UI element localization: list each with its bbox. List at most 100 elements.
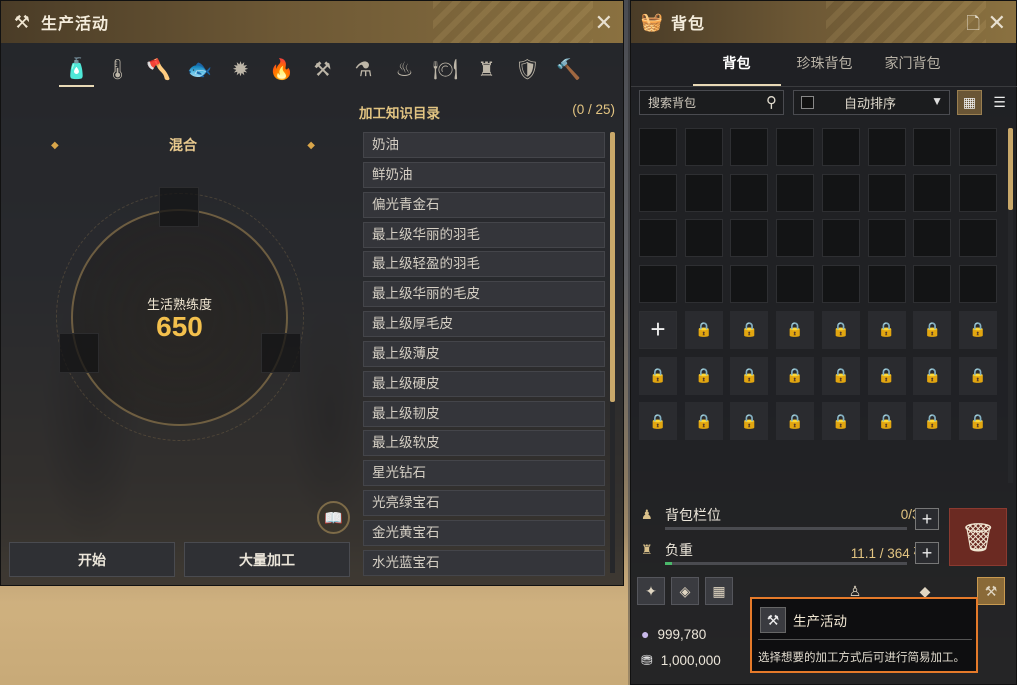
- list-view-icon[interactable]: ☰: [987, 90, 1012, 115]
- tower-icon[interactable]: ♜: [469, 51, 504, 87]
- inventory-slot[interactable]: [958, 265, 997, 304]
- start-button[interactable]: 开始: [9, 542, 175, 577]
- grid-view-icon[interactable]: ▦: [957, 90, 982, 115]
- slots-row: ♟ 背包栏位 0/32: [641, 504, 941, 530]
- shield-icon[interactable]: 🛡: [510, 51, 545, 87]
- inventory-slot[interactable]: [684, 265, 723, 304]
- inventory-titlebar[interactable]: 🧺 背包 🗋 ✕: [631, 1, 1016, 43]
- list-item[interactable]: 水光蓝宝石: [363, 549, 605, 576]
- inventory-slot[interactable]: [684, 173, 723, 212]
- scrollbar-thumb[interactable]: [1008, 128, 1013, 210]
- lock-icon: 🔒: [821, 356, 860, 395]
- inventory-slot[interactable]: [867, 173, 906, 212]
- flask-icon[interactable]: ⚗: [346, 51, 381, 87]
- hammer-icon[interactable]: ⚒: [977, 577, 1005, 605]
- anvil-icon[interactable]: ⚒: [305, 51, 340, 87]
- inventory-slot[interactable]: [958, 219, 997, 258]
- trash-icon[interactable]: 🗑: [949, 508, 1007, 566]
- list-item[interactable]: 鲜奶油: [363, 161, 605, 188]
- auto-sort-dropdown[interactable]: 自动排序 ▼: [793, 90, 950, 115]
- list-item[interactable]: 最上级轻盈的羽毛: [363, 251, 605, 278]
- grill-icon[interactable]: ♨: [387, 51, 422, 87]
- inventory-slot[interactable]: [730, 219, 769, 258]
- production-type-tabs: 🧴 🌡 🪓 🐟 ✹ 🔥 ⚒ ⚗ ♨ 🍽 ♜ 🛡 🔨: [59, 51, 586, 87]
- manufacture-grid-icon[interactable]: ▦: [705, 577, 733, 605]
- inventory-slot[interactable]: [639, 128, 677, 166]
- knowledge-scrollbar[interactable]: [610, 132, 615, 573]
- material-slot-top[interactable]: [159, 187, 199, 227]
- inventory-slot[interactable]: [821, 219, 860, 258]
- cloche-icon[interactable]: 🍽: [428, 51, 463, 87]
- lock-icon: 🔒: [958, 402, 997, 441]
- inventory-slot[interactable]: [730, 173, 769, 212]
- inventory-slot[interactable]: [821, 265, 860, 304]
- inventory-scrollbar[interactable]: [1008, 128, 1013, 483]
- list-item[interactable]: 金光黄宝石: [363, 519, 605, 546]
- list-item[interactable]: 最上级厚毛皮: [363, 311, 605, 338]
- book-icon[interactable]: 📖: [317, 501, 350, 534]
- inventory-slot[interactable]: [913, 219, 952, 258]
- inventory-slot[interactable]: [776, 265, 815, 304]
- auto-sort-checkbox[interactable]: [801, 96, 814, 109]
- list-item[interactable]: 最上级硬皮: [363, 370, 605, 397]
- list-item[interactable]: 偏光青金石: [363, 191, 605, 218]
- net-icon[interactable]: ✹: [223, 51, 258, 87]
- inventory-slot[interactable]: [913, 265, 952, 304]
- inventory-slot[interactable]: [867, 265, 906, 304]
- tab-family-inventory[interactable]: 家门背包: [869, 45, 957, 86]
- list-item[interactable]: 最上级软皮: [363, 430, 605, 457]
- wand-icon[interactable]: ✦: [637, 577, 665, 605]
- inventory-slot[interactable]: [821, 173, 860, 212]
- inventory-slot[interactable]: [776, 128, 815, 166]
- mixing-icon[interactable]: 🧴: [59, 51, 94, 87]
- inventory-slot[interactable]: [684, 128, 723, 166]
- inventory-slot[interactable]: [821, 128, 860, 166]
- list-item[interactable]: 星光钻石: [363, 460, 605, 487]
- inventory-slot[interactable]: [867, 128, 906, 166]
- list-item[interactable]: 最上级华丽的羽毛: [363, 221, 605, 248]
- list-item[interactable]: 最上级韧皮: [363, 400, 605, 427]
- list-item[interactable]: 奶油: [363, 132, 605, 158]
- knowledge-count: (0 / 25): [572, 102, 615, 117]
- lock-icon: 🔒: [821, 402, 860, 441]
- axe-icon[interactable]: 🪓: [141, 51, 176, 87]
- document-icon[interactable]: 🗋: [966, 11, 980, 40]
- inventory-slot[interactable]: [958, 173, 997, 212]
- gem-icon[interactable]: ◈: [671, 577, 699, 605]
- production-title: 生产活动: [41, 16, 110, 33]
- mix-label: 混合: [169, 137, 197, 153]
- inventory-slot[interactable]: [958, 128, 997, 166]
- tab-inventory[interactable]: 背包: [692, 45, 781, 86]
- inventory-slot[interactable]: [776, 219, 815, 258]
- expand-weight-button[interactable]: +: [915, 542, 939, 564]
- fishing-icon[interactable]: 🐟: [182, 51, 217, 87]
- inventory-slot[interactable]: [776, 173, 815, 212]
- inventory-slot[interactable]: [639, 173, 677, 212]
- search-input[interactable]: [648, 95, 758, 110]
- tab-pearl-inventory[interactable]: 珍珠背包: [781, 45, 869, 86]
- inventory-slot[interactable]: [867, 219, 906, 258]
- list-item[interactable]: 最上级薄皮: [363, 340, 605, 367]
- inventory-slot[interactable]: [913, 128, 952, 166]
- tooltip-divider: [758, 639, 972, 640]
- alchemy-icon[interactable]: 🌡: [100, 51, 135, 87]
- fire-icon[interactable]: 🔥: [264, 51, 299, 87]
- inventory-slot[interactable]: [913, 173, 952, 212]
- expand-slots-button[interactable]: +: [915, 508, 939, 530]
- list-item[interactable]: 光亮绿宝石: [363, 490, 605, 517]
- hammer-icon[interactable]: 🔨: [551, 51, 586, 87]
- inventory-slot[interactable]: [684, 219, 723, 258]
- inventory-slot[interactable]: [730, 265, 769, 304]
- add-slot-button[interactable]: +: [639, 310, 677, 349]
- bulk-process-button[interactable]: 大量加工: [184, 542, 350, 577]
- inventory-slot[interactable]: [639, 265, 677, 304]
- search-icon[interactable]: ⚲: [766, 93, 777, 111]
- inventory-slot[interactable]: [639, 219, 677, 258]
- lock-icon: 🔒: [730, 402, 769, 441]
- scrollbar-thumb[interactable]: [610, 132, 615, 402]
- list-item[interactable]: 最上级华丽的毛皮: [363, 281, 605, 308]
- close-icon[interactable]: ✕: [988, 10, 1006, 36]
- close-icon[interactable]: ✕: [595, 10, 613, 36]
- inventory-slot[interactable]: [730, 128, 769, 166]
- production-titlebar[interactable]: ⚒ 生产活动 ✕: [1, 1, 623, 43]
